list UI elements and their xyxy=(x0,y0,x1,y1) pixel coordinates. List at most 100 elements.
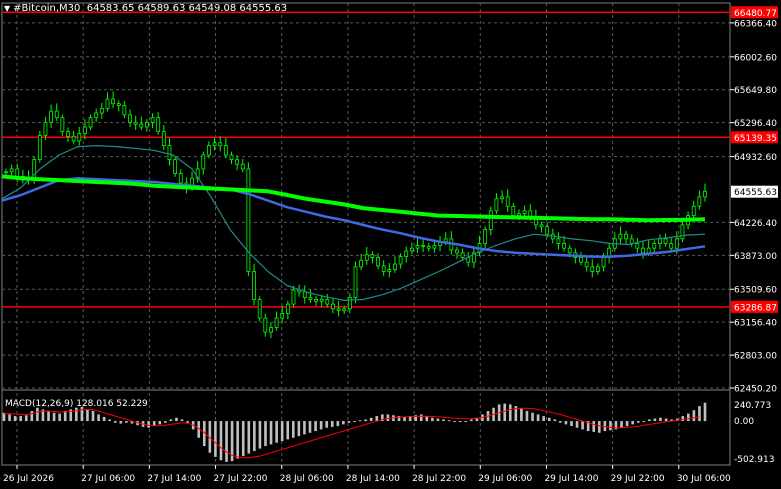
candle-body xyxy=(703,190,707,198)
macd-bar xyxy=(164,421,167,423)
candle-body xyxy=(443,238,448,243)
candle-body xyxy=(336,308,341,312)
y-tick-label: 62450.20 xyxy=(734,385,777,395)
candle-body xyxy=(173,159,178,175)
macd-bar xyxy=(247,421,251,454)
y-tick-label: 62803.00 xyxy=(734,352,777,362)
macd-bar xyxy=(97,414,100,422)
macd-bar xyxy=(24,415,28,422)
y-tick-label: 66002.60 xyxy=(734,53,777,63)
macd-bar xyxy=(419,414,423,422)
macd-bar xyxy=(8,414,11,422)
macd-bar xyxy=(687,413,690,422)
candle-body xyxy=(545,226,550,235)
macd-bar xyxy=(503,403,507,422)
macd-bar xyxy=(102,416,106,422)
price-chart[interactable]: 66366.40 66002.60 65649.80 65296.40 64932.60… xyxy=(0,0,781,489)
macd-bar xyxy=(297,421,301,437)
candle-body xyxy=(9,168,14,173)
candle-body xyxy=(579,257,583,263)
macd-bar xyxy=(347,421,351,423)
macd-bar xyxy=(636,421,640,423)
candle-body xyxy=(562,243,566,249)
candle-body xyxy=(99,107,104,114)
price-axis: 66366.40 66002.60 65649.80 65296.40 64932.60… xyxy=(730,9,778,395)
macd-axis-label: 0.00 xyxy=(734,417,754,427)
macd-bar xyxy=(19,416,22,422)
y-tick-label: 66366.40 xyxy=(734,19,777,29)
candle-body xyxy=(291,289,296,305)
level-label: 66480.77 xyxy=(734,9,777,19)
x-tick-label: 27 Jul 14:00 xyxy=(147,474,201,484)
macd-bar xyxy=(358,420,362,422)
candle-body xyxy=(376,257,380,267)
macd-bar xyxy=(592,421,596,432)
macd-bar xyxy=(303,421,306,435)
macd-bar xyxy=(292,421,295,438)
level-label: 65139.35 xyxy=(734,134,777,144)
macd-bar xyxy=(325,421,328,428)
candle-body xyxy=(83,126,87,134)
macd-bar xyxy=(175,417,178,422)
candle-body xyxy=(178,173,183,184)
candle-body xyxy=(522,210,527,215)
candle-body xyxy=(691,205,696,216)
macd-bar xyxy=(369,417,373,422)
macd-bar xyxy=(609,421,612,431)
current-price-label: 64555.63 xyxy=(734,188,777,198)
macd-bar xyxy=(47,411,50,422)
candle-body xyxy=(455,249,459,254)
macd-bar xyxy=(364,419,367,422)
candle-body xyxy=(590,266,595,272)
candle-body xyxy=(4,171,8,174)
x-tick-label: 30 Jul 06:00 xyxy=(677,474,731,484)
macd-bar xyxy=(75,407,78,422)
macd-bar xyxy=(125,421,128,423)
macd-bar xyxy=(280,421,284,442)
macd-bar xyxy=(564,421,568,425)
macd-bar xyxy=(597,421,601,433)
macd-bar xyxy=(236,421,239,459)
y-tick-label: 65649.80 xyxy=(734,86,777,96)
candle-body xyxy=(387,269,392,272)
time-axis: 26 Jul 2026 27 Jul 06:00 27 Jul 14:00 27 Ju… xyxy=(3,465,731,484)
macd-bar xyxy=(442,419,445,422)
candle-body xyxy=(567,247,572,254)
candle-body xyxy=(595,266,600,272)
macd-bar xyxy=(403,416,406,422)
candle-body xyxy=(669,243,674,249)
candle-body xyxy=(641,247,645,254)
candle-body xyxy=(274,317,279,328)
horizontal-levels xyxy=(2,6,778,313)
candle-body xyxy=(240,163,245,170)
macd-bar xyxy=(664,418,668,422)
macd-bar xyxy=(692,410,696,422)
macd-bar xyxy=(158,421,162,425)
candle-body xyxy=(201,154,206,170)
candle-body xyxy=(325,299,330,305)
y-tick-label: 63156.40 xyxy=(734,319,777,329)
candle-body xyxy=(421,244,426,247)
macd-bar xyxy=(86,409,89,422)
macd-bar xyxy=(542,416,545,422)
candle-body xyxy=(674,238,679,249)
y-tick-label: 64226.40 xyxy=(734,219,777,229)
candle-body xyxy=(49,110,53,123)
candle-body xyxy=(285,303,290,314)
macd-bar xyxy=(319,421,323,430)
candle-body xyxy=(556,238,561,244)
candle-body xyxy=(15,168,20,177)
macd-bar xyxy=(570,421,573,427)
macd-bar xyxy=(275,421,278,443)
macd-bar xyxy=(553,419,557,422)
macd-axis-label: -502.913 xyxy=(734,455,774,465)
macd-bar xyxy=(698,406,701,422)
y-tick-label: 63873.00 xyxy=(734,252,777,262)
macd-bar xyxy=(13,416,17,422)
candle-body xyxy=(415,244,420,249)
candle-body xyxy=(218,142,223,147)
macd-bar xyxy=(575,421,579,428)
macd-bar xyxy=(681,416,685,422)
candle-body xyxy=(319,299,324,302)
candle-body xyxy=(517,213,521,216)
